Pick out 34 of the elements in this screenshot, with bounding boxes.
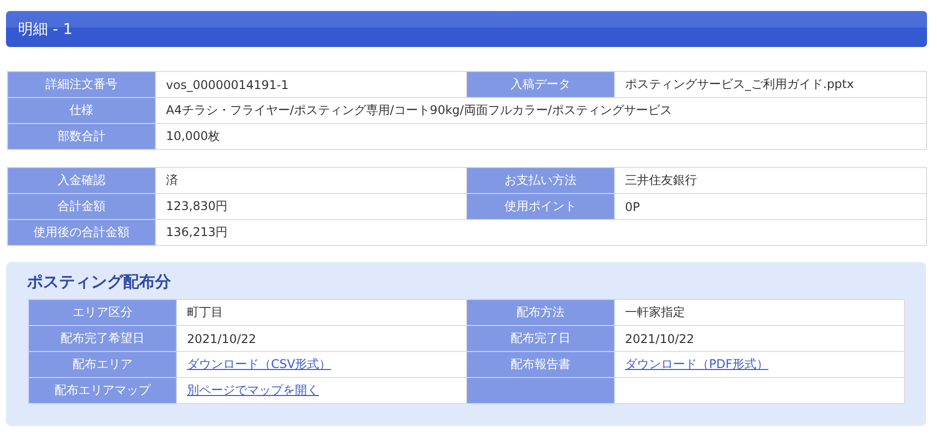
text-link[interactable]: ダウンロード（PDF形式） (625, 357, 768, 371)
field-value: 2021/10/22 (614, 326, 904, 352)
text-link[interactable]: ダウンロード（CSV形式） (187, 357, 332, 371)
field-value: 123,830円 (156, 194, 466, 220)
field-value: 10,000枚 (156, 124, 926, 150)
field-label: 配布完了希望日 (28, 326, 176, 352)
text-link[interactable]: 別ページでマップを開く (187, 383, 319, 397)
field-value: 済 (156, 168, 466, 194)
field-value: vos_00000014191-1 (156, 72, 466, 98)
section-title: 明細 - 1 (18, 20, 72, 38)
field-label: 配布エリアマップ (28, 378, 176, 404)
field-value: 町丁目 (176, 300, 466, 326)
field-label: 配布エリア (28, 352, 176, 378)
field-value: 136,213円 (156, 220, 926, 246)
field-value: 2021/10/22 (176, 326, 466, 352)
field-label: 配布報告書 (466, 352, 614, 378)
field-value: 三井住友銀行 (614, 168, 926, 194)
field-label: 配布完了日 (466, 326, 614, 352)
field-value: A4チラシ・フライヤー/ポスティング専用/コート90kg/両面フルカラー/ポスティングサービス (156, 98, 926, 124)
field-value: ポスティングサービス_ご利用ガイド.pptx (614, 72, 926, 98)
field-label: 配布方法 (466, 300, 614, 326)
field-label: 入金確認 (8, 168, 156, 194)
field-label: 使用ポイント (466, 194, 614, 220)
field-label: 使用後の合計金額 (8, 220, 156, 246)
panel-title: ポスティング配布分 (26, 272, 172, 293)
field-label: 合計金額 (8, 194, 156, 220)
field-label: 部数合計 (8, 124, 156, 150)
field-label: お支払い方法 (466, 168, 614, 194)
field-label: 入稿データ (466, 72, 614, 98)
field-value: 一軒家指定 (614, 300, 904, 326)
field-label: エリア区分 (28, 300, 176, 326)
field-label: 詳細注文番号 (8, 72, 156, 98)
field-label: 仕様 (8, 98, 156, 124)
field-value: 0P (614, 194, 926, 220)
